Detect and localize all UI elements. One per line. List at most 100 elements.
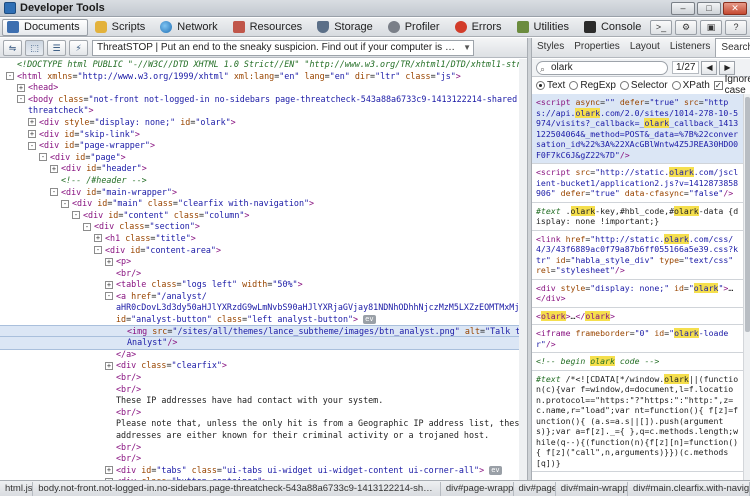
console-toggle-button[interactable]: >_ (650, 19, 672, 35)
previous-result-button[interactable]: ◀ (701, 60, 718, 75)
breadcrumb-item[interactable]: div#main-wrapper (556, 481, 629, 496)
dom-tree-node[interactable]: + <p> (0, 256, 527, 268)
dom-tree-node[interactable]: - <div id="content" class="column"> (0, 210, 527, 222)
dom-tree-node[interactable]: <br/> (0, 407, 527, 419)
scrollbar-thumb[interactable] (745, 97, 750, 332)
dom-tree-node[interactable]: aHR0cDovL3d3dy50aHJlYXRzdG9wLmNvbS90aHJl… (0, 302, 527, 314)
dom-tree-node[interactable]: addresses are either known for their cri… (0, 430, 527, 442)
breadcrumb-item[interactable]: body.not-front.not-logged-in.no-sidebars… (33, 481, 441, 496)
ignore-case-checkbox[interactable]: ✓ (713, 80, 723, 90)
dom-tree-node[interactable]: id="analyst-button" class="left analyst-… (0, 314, 527, 326)
tab-properties[interactable]: Properties (569, 38, 625, 57)
dom-tree-node[interactable]: + <h1 class="title"> (0, 233, 527, 245)
search-results-scrollbar[interactable] (743, 94, 750, 480)
tab-listeners[interactable]: Listeners (665, 38, 716, 57)
option-text[interactable]: Text (536, 80, 565, 91)
search-results[interactable]: <script async="" defer="true" src="https… (532, 94, 743, 480)
tab-profiler[interactable]: Profiler (383, 19, 448, 36)
page-selector[interactable]: ThreatSTOP | Put an end to the sneaky su… (92, 39, 474, 56)
dom-tree-node[interactable]: + <div id="tabs" class="ui-tabs ui-widget… (0, 465, 527, 477)
dom-tree-node[interactable]: Please note that, unless the only hit is… (0, 418, 527, 430)
dom-tree-node[interactable]: <!-- /#header --> (0, 175, 527, 187)
collapse-icon[interactable]: - (72, 211, 80, 220)
dom-tree-node[interactable]: - <div id="main-wrapper"> (0, 187, 527, 199)
tab-utilities[interactable]: Utilities (512, 19, 577, 36)
collapse-icon[interactable]: - (61, 199, 69, 208)
expand-icon[interactable]: + (28, 118, 36, 127)
dom-tree-node[interactable]: <br/> (0, 453, 527, 465)
dom-tree-node[interactable]: - <div id="main" class="clearfix with-nav… (0, 198, 527, 210)
search-result-item[interactable]: <olark>…</olark> (532, 308, 743, 325)
search-result-item[interactable]: <script src="http://static.olark.com/jsc… (532, 164, 743, 203)
search-result-item[interactable]: #text .olark-key,#hbl_code,#olark-data {… (532, 203, 743, 231)
expand-icon[interactable]: + (94, 234, 102, 243)
collapse-icon[interactable]: - (6, 72, 14, 81)
option-selector[interactable]: Selector (619, 80, 668, 91)
minimize-button[interactable]: – (671, 1, 695, 15)
dom-tree-node[interactable]: - <div id="page"> (0, 152, 527, 164)
breadcrumb-item[interactable]: html.js (0, 481, 34, 496)
dom-view-icon[interactable]: ⇋ (3, 39, 22, 56)
tab-scripts[interactable]: Scripts (90, 19, 154, 36)
tab-resources[interactable]: Resources (228, 19, 311, 36)
dom-tree-node[interactable]: <br/> (0, 442, 527, 454)
search-result-item[interactable]: <link href="http://static.olark.com/css/… (532, 231, 743, 280)
selector-radio[interactable] (619, 80, 629, 90)
maximize-button[interactable]: □ (697, 1, 721, 15)
expand-icon[interactable]: + (50, 164, 58, 173)
select-element-icon[interactable]: ⬚ (25, 39, 44, 56)
tab-styles[interactable]: Styles (532, 38, 569, 57)
dom-tree-node[interactable]: - <html xmlns="http://www.w3.org/1999/xht… (0, 71, 527, 83)
dom-tree-node[interactable]: + <table class="logs left" width="50%"> (0, 279, 527, 291)
dom-tree-node[interactable]: <img src="/sites/all/themes/lance_subthe… (0, 324, 527, 339)
search-input[interactable]: ⌕ olark (536, 60, 668, 75)
dom-tree-scrollbar[interactable] (519, 59, 527, 480)
option-xpath[interactable]: XPath (671, 80, 710, 91)
refresh-icon[interactable]: ⚡ (69, 39, 88, 56)
dock-button[interactable]: ▣ (700, 19, 722, 35)
collapse-icon[interactable]: - (50, 188, 58, 197)
expand-icon[interactable]: + (28, 130, 36, 139)
dom-tree-node[interactable]: - <body class="not-front not-logged-in no… (0, 94, 527, 106)
dom-tree-node[interactable]: + <div id="header"> (0, 163, 527, 175)
help-button[interactable]: ? (725, 19, 747, 35)
xpath-radio[interactable] (671, 80, 681, 90)
expand-icon[interactable]: + (105, 466, 113, 475)
close-button[interactable]: ✕ (723, 1, 747, 15)
dom-tree-node[interactable]: </a> (0, 349, 527, 361)
tab-layout[interactable]: Layout (625, 38, 665, 57)
dom-tree-node[interactable]: <!DOCTYPE html PUBLIC "-//W3C//DTD XHTML… (0, 59, 527, 71)
dom-tree-node[interactable]: - <div id="content-area"> (0, 245, 527, 257)
collapse-icon[interactable]: - (105, 292, 113, 301)
search-result-item[interactable]: #text /*<![CDATA[*/window.olark||(functi… (532, 371, 743, 472)
regexp-radio[interactable] (569, 80, 579, 90)
breadcrumb-item[interactable]: div#main.clearfix.with-navigation (628, 481, 750, 496)
collapse-icon[interactable]: - (83, 222, 91, 231)
text-radio[interactable] (536, 80, 545, 90)
search-result-item[interactable]: <div style="display: none;" id="olark">…… (532, 280, 743, 308)
collapse-icon[interactable]: - (17, 95, 25, 104)
dom-tree-node[interactable]: - <a href="/analyst/ (0, 291, 527, 303)
settings-button[interactable]: ⚙ (675, 19, 697, 35)
expand-icon[interactable]: + (17, 83, 25, 92)
tab-errors[interactable]: Errors (450, 19, 510, 36)
tree-view-icon[interactable]: ☰ (47, 39, 66, 56)
dom-tree-node[interactable]: <br/> (0, 372, 527, 384)
breadcrumb-item[interactable]: div#page (514, 481, 556, 496)
dom-tree-node[interactable]: These IP addresses have had contact with… (0, 395, 527, 407)
dom-tree-node[interactable]: + <div style="display: none;" id="olark"> (0, 117, 527, 129)
search-result-item[interactable]: <iframe frameborder="0" id="olark-loader… (532, 325, 743, 353)
dom-tree[interactable]: <!DOCTYPE html PUBLIC "-//W3C//DTD XHTML… (0, 59, 527, 480)
tab-console[interactable]: Console (579, 19, 649, 36)
dom-tree-node[interactable]: + <div class="clearfix"> (0, 360, 527, 372)
dom-tree-node[interactable]: <br/> (0, 268, 527, 280)
tab-network[interactable]: Network (155, 19, 225, 36)
next-result-button[interactable]: ▶ (719, 60, 736, 75)
breadcrumb-item[interactable]: div#page-wrapper (441, 481, 514, 496)
dom-tree-node[interactable]: + <div id="skip-link"> (0, 129, 527, 141)
tab-storage[interactable]: Storage (312, 19, 381, 36)
tab-search[interactable]: Search (715, 38, 750, 57)
option-ignore-case[interactable]: ✓Ignore case (713, 74, 750, 96)
tab-documents[interactable]: Documents (2, 18, 88, 36)
collapse-icon[interactable]: - (28, 141, 36, 150)
